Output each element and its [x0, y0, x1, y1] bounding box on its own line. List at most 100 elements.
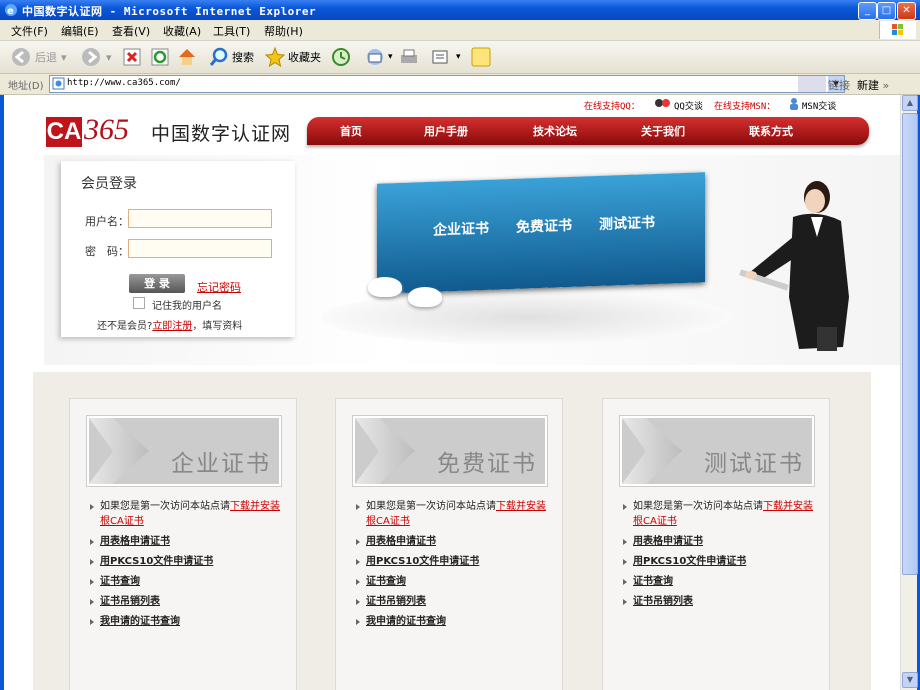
mail-button[interactable]: ▾	[364, 46, 393, 68]
list-item[interactable]: 用表格申请证书	[623, 534, 819, 549]
list-item[interactable]: 证书吊销列表	[90, 594, 286, 609]
qq-support-label: 在线支持QQ：	[584, 102, 640, 112]
chevron-icon	[622, 418, 682, 484]
edit-button[interactable]: ▾	[430, 46, 461, 68]
maximize-button[interactable]: □	[877, 2, 896, 20]
card-links: 如果您是第一次访问本站点请下载并安装根CA证书 用表格申请证书 用PKCS10文…	[623, 499, 819, 614]
chair-image	[408, 287, 442, 307]
address-input[interactable]: http://www.ca365.com/ ▼	[49, 75, 845, 93]
list-item[interactable]: 用PKCS10文件申请证书	[623, 554, 819, 569]
links-label: 链接 新建 »	[828, 79, 890, 92]
scroll-down-icon[interactable]: ▼	[902, 672, 918, 688]
nav-contact[interactable]: 联系方式	[749, 123, 793, 139]
menu-view[interactable]: 查看(V)	[112, 23, 150, 39]
window-title: 中国数字认证网 - Microsoft Internet Explorer	[22, 5, 317, 18]
login-panel: 会员登录 用户名： 密 码： 登 录 忘记密码 记住我的用户名 还不是会员?立即…	[61, 161, 295, 337]
title-bar: e 中国数字认证网 - Microsoft Internet Explorer …	[0, 0, 920, 20]
menu-help[interactable]: 帮助(H)	[264, 23, 303, 39]
history-button[interactable]	[330, 46, 352, 68]
list-item: 如果您是第一次访问本站点请下载并安装根CA证书	[356, 499, 552, 529]
logo-365[interactable]: 365	[84, 113, 129, 147]
username-input[interactable]	[128, 209, 272, 228]
logo-ca[interactable]: CA	[46, 117, 82, 147]
qq-chat-link[interactable]: QQ交谈	[674, 99, 703, 112]
menu-bar: 文件(F) 编辑(E) 查看(V) 收藏(A) 工具(T) 帮助(H)	[0, 20, 920, 41]
menu-tools[interactable]: 工具(T)	[213, 23, 250, 39]
banner-cert-free[interactable]: 免费证书	[516, 215, 572, 237]
list-item[interactable]: 证书吊销列表	[356, 594, 552, 609]
stop-button[interactable]	[122, 46, 142, 68]
nav-about[interactable]: 关于我们	[641, 123, 685, 139]
toolbar: 后退 ▾ ▾ 搜索 收藏夹 ▾ ▾	[0, 41, 920, 74]
stop-icon	[123, 48, 141, 66]
main-nav: 首页 用户手册 技术论坛 关于我们 联系方式	[307, 117, 869, 145]
scroll-up-icon[interactable]: ▲	[902, 95, 918, 111]
list-item: 如果您是第一次访问本站点请下载并安装根CA证书	[623, 499, 819, 529]
msn-support-label: 在线支持MSN：	[714, 102, 776, 112]
forward-button[interactable]: ▾	[80, 46, 112, 68]
card-links: 如果您是第一次访问本站点请下载并安装根CA证书 用表格申请证书 用PKCS10文…	[90, 499, 286, 634]
refresh-button[interactable]	[150, 46, 170, 68]
msn-chat-link[interactable]: MSN交谈	[802, 99, 836, 112]
forward-arrow-icon	[82, 48, 100, 66]
page-viewport: 在线支持QQ： QQ交谈 在线支持MSN： MSN交谈 CA 365 中国数字认…	[4, 95, 900, 690]
home-button[interactable]	[176, 46, 198, 68]
list-item[interactable]: 用表格申请证书	[356, 534, 552, 549]
favorites-button[interactable]: 收藏夹	[264, 46, 321, 68]
menu-favorites[interactable]: 收藏(A)	[163, 23, 201, 39]
printer-icon	[401, 49, 417, 63]
menu-edit[interactable]: 编辑(E)	[61, 23, 99, 39]
list-item: 如果您是第一次访问本站点请下载并安装根CA证书	[90, 499, 286, 529]
nav-forum[interactable]: 技术论坛	[533, 123, 577, 139]
card-title: 免费证书	[437, 451, 537, 477]
password-input[interactable]	[128, 239, 272, 258]
site-name: 中国数字认证网	[151, 123, 292, 145]
banner-cert-enterprise[interactable]: 企业证书	[433, 218, 489, 240]
vertical-scrollbar[interactable]: ▲ ▼	[900, 95, 918, 690]
nav-user-manual[interactable]: 用户手册	[424, 123, 468, 139]
login-button[interactable]: 登 录	[129, 274, 185, 293]
card-test: 测试证书 如果您是第一次访问本站点请下载并安装根CA证书 用表格申请证书 用PK…	[602, 398, 830, 690]
list-item[interactable]: 证书查询	[623, 574, 819, 589]
register-link[interactable]: 立即注册	[152, 321, 192, 332]
list-item[interactable]: 我申请的证书查询	[356, 614, 552, 629]
discuss-button[interactable]	[470, 46, 492, 68]
list-item[interactable]: 用表格申请证书	[90, 534, 286, 549]
address-label: 地址(D)	[8, 81, 44, 92]
page-icon	[52, 77, 65, 90]
refresh-icon	[151, 48, 169, 66]
search-button[interactable]: 搜索	[208, 46, 254, 68]
card-header: 免费证书	[353, 416, 547, 486]
menu-file[interactable]: 文件(F)	[11, 23, 48, 39]
scroll-thumb[interactable]	[902, 113, 918, 575]
print-button[interactable]	[398, 46, 420, 68]
ie-icon: e	[5, 4, 17, 17]
nav-home[interactable]: 首页	[340, 123, 362, 139]
windows-logo-icon	[879, 21, 916, 39]
close-button[interactable]: ✕	[897, 2, 916, 20]
card-title: 测试证书	[704, 451, 804, 477]
banner-cert-test[interactable]: 测试证书	[599, 212, 655, 234]
new-link[interactable]: 新建	[857, 79, 879, 92]
list-item[interactable]: 证书吊销列表	[623, 594, 819, 609]
msn-icon	[790, 98, 798, 110]
list-item[interactable]: 用PKCS10文件申请证书	[90, 554, 286, 569]
password-label: 密 码：	[85, 245, 129, 258]
login-title: 会员登录	[81, 176, 137, 192]
list-item[interactable]: 证书查询	[356, 574, 552, 589]
back-button[interactable]: 后退 ▾	[10, 46, 67, 68]
remember-checkbox[interactable]	[133, 297, 145, 309]
go-icon[interactable]	[798, 76, 826, 92]
minimize-button[interactable]: _	[858, 2, 877, 20]
register-line: 还不是会员?立即注册，填写资料	[97, 321, 243, 332]
card-links: 如果您是第一次访问本站点请下载并安装根CA证书 用表格申请证书 用PKCS10文…	[356, 499, 552, 634]
history-icon	[332, 48, 350, 66]
list-item[interactable]: 我申请的证书查询	[90, 614, 286, 629]
list-item[interactable]: 用PKCS10文件申请证书	[356, 554, 552, 569]
mail-icon	[367, 49, 383, 65]
back-arrow-icon	[12, 48, 30, 66]
address-bar: 地址(D) http://www.ca365.com/ ▼ 链接 新建 »	[0, 74, 920, 95]
forgot-password-link[interactable]: 忘记密码	[197, 279, 241, 295]
list-item[interactable]: 证书查询	[90, 574, 286, 589]
qq-icon	[655, 99, 670, 107]
